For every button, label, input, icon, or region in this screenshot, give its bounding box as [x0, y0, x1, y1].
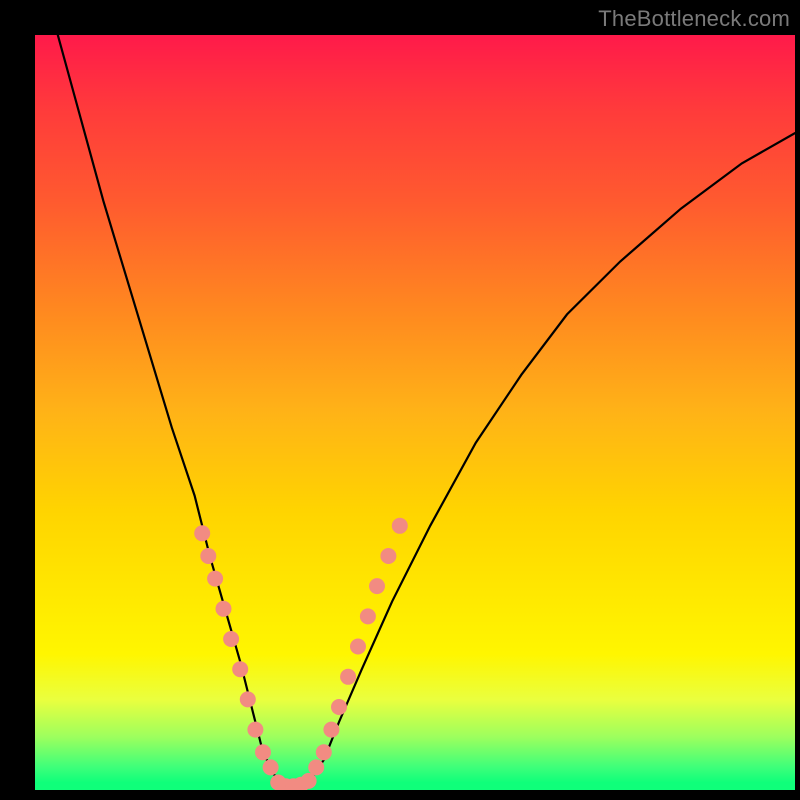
data-point — [301, 773, 317, 789]
data-point — [240, 691, 256, 707]
data-point — [369, 578, 385, 594]
data-point — [232, 661, 248, 677]
watermark-text: TheBottleneck.com — [598, 6, 790, 32]
data-point — [247, 722, 263, 738]
data-points-group — [194, 518, 408, 790]
data-point — [350, 639, 366, 655]
data-point — [392, 518, 408, 534]
plot-area — [35, 35, 795, 790]
data-point — [308, 759, 324, 775]
data-point — [380, 548, 396, 564]
data-point — [255, 744, 271, 760]
data-point — [207, 571, 223, 587]
data-point — [200, 548, 216, 564]
curve-svg — [35, 35, 795, 790]
data-point — [316, 744, 332, 760]
data-point — [323, 722, 339, 738]
data-point — [360, 608, 376, 624]
data-point — [331, 699, 347, 715]
data-point — [223, 631, 239, 647]
chart-stage: TheBottleneck.com — [0, 0, 800, 800]
data-point — [194, 525, 210, 541]
data-point — [263, 759, 279, 775]
data-point — [216, 601, 232, 617]
bottleneck-curve — [58, 35, 795, 790]
data-point — [340, 669, 356, 685]
